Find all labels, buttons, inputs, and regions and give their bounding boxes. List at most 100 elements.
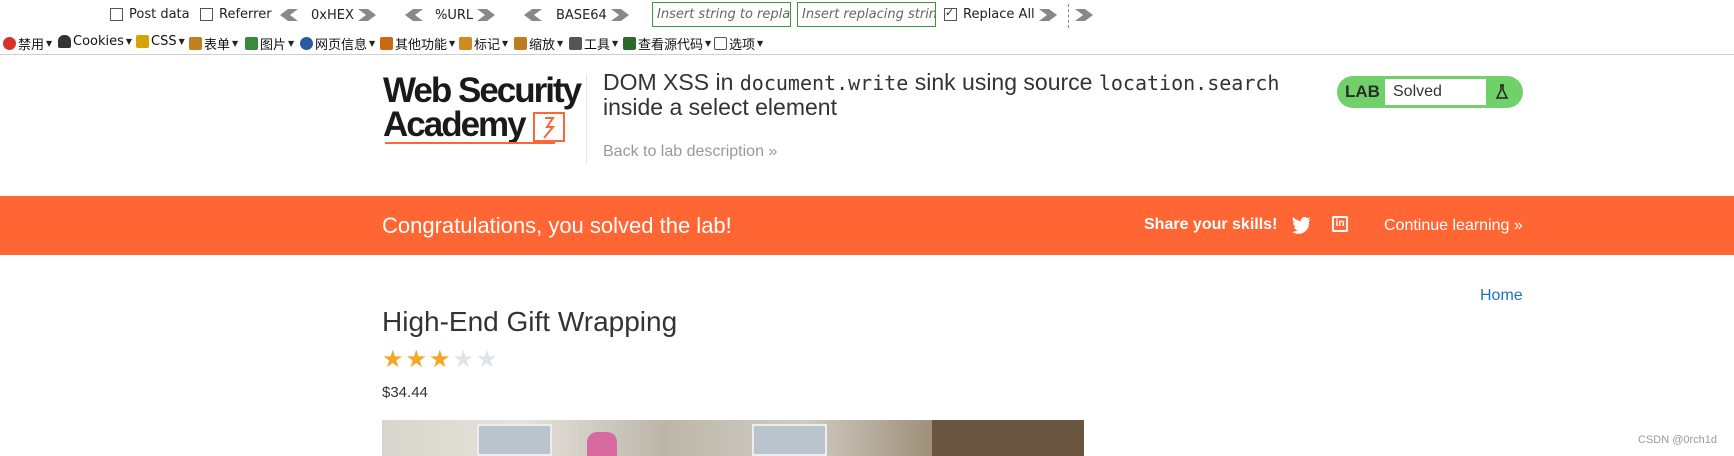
lab-label: LAB bbox=[1345, 82, 1380, 101]
menu-outline[interactable]: 标记 ▼ bbox=[459, 34, 508, 53]
hex-decode-arrow-icon[interactable] bbox=[278, 8, 300, 22]
menu-disable[interactable]: 禁用 ▼ bbox=[3, 34, 52, 53]
options-icon bbox=[714, 37, 727, 50]
menu-label: 工具 bbox=[584, 38, 611, 53]
tools-icon bbox=[569, 37, 582, 50]
caret-icon: ▼ bbox=[46, 39, 53, 48]
continue-learning-link[interactable]: Continue learning » bbox=[1384, 217, 1523, 235]
back-to-lab-description-link[interactable]: Back to lab description » bbox=[603, 143, 777, 161]
title-text: DOM XSS in bbox=[603, 69, 740, 95]
continue-learning-label: Continue learning bbox=[1384, 217, 1510, 234]
menu-page-info[interactable]: 网页信息 ▼ bbox=[300, 34, 375, 53]
menu-label: 图片 bbox=[260, 38, 287, 53]
caret-icon: ▼ bbox=[232, 39, 239, 48]
product-image bbox=[382, 420, 1084, 456]
folder-icon bbox=[380, 37, 393, 50]
title-code: document.write bbox=[739, 71, 909, 95]
menu-misc[interactable]: 其他功能 ▼ bbox=[380, 34, 455, 53]
menu-label: Cookies bbox=[73, 34, 124, 49]
hex-label: 0xHEX bbox=[311, 8, 354, 23]
hackbar-toolbar: Post data Referrer 0xHEX %URL BASE64 Ins… bbox=[0, 0, 1734, 32]
referrer-checkbox[interactable] bbox=[200, 8, 213, 21]
hex-encode-arrow-icon[interactable] bbox=[356, 8, 378, 22]
menu-options[interactable]: 选项 ▼ bbox=[714, 34, 763, 53]
referrer-toggle[interactable]: Referrer bbox=[200, 7, 272, 22]
web-developer-toolbar: 禁用 ▼ Cookies ▼ CSS ▼ 表单 ▼ 图片 ▼ 网页信息 ▼ 其他功能 ▼ 标记… bbox=[0, 32, 1734, 55]
base64-encode-arrow-icon[interactable] bbox=[609, 8, 631, 22]
menu-label: 标记 bbox=[474, 38, 501, 53]
back-link-label: Back to lab description bbox=[603, 143, 764, 160]
header-divider bbox=[586, 74, 587, 164]
caret-icon: ▼ bbox=[705, 39, 712, 48]
star-empty-icon: ★ bbox=[476, 346, 498, 373]
product-rating: ★ ★ ★ ★ ★ bbox=[382, 348, 498, 372]
menu-label: 缩放 bbox=[529, 38, 556, 53]
image-icon bbox=[245, 37, 258, 50]
menu-forms[interactable]: 表单 ▼ bbox=[189, 34, 238, 53]
replace-all-checkbox[interactable] bbox=[944, 6, 957, 21]
caret-icon: ▼ bbox=[612, 39, 619, 48]
url-label: %URL bbox=[435, 8, 474, 23]
image-door bbox=[932, 420, 1084, 456]
menu-label: CSS bbox=[151, 34, 177, 49]
share-skills-label: Share your skills! bbox=[1144, 216, 1278, 233]
star-filled-icon: ★ bbox=[382, 346, 404, 373]
menu-label: 表单 bbox=[204, 38, 231, 53]
lab-status-widget: LAB Solved bbox=[1337, 76, 1523, 108]
marker-icon bbox=[459, 37, 472, 50]
replace-string-input[interactable]: Insert string to replace bbox=[652, 2, 791, 27]
star-filled-icon: ★ bbox=[405, 346, 428, 373]
caret-icon: ▼ bbox=[288, 39, 295, 48]
image-window bbox=[477, 424, 552, 456]
caret-icon: ▼ bbox=[449, 39, 456, 48]
menu-label: 禁用 bbox=[18, 38, 45, 53]
title-text: inside a select element bbox=[603, 94, 837, 120]
post-data-checkbox[interactable] bbox=[110, 8, 123, 21]
form-icon bbox=[189, 37, 202, 50]
caret-icon: ▼ bbox=[557, 39, 564, 48]
csdn-watermark: CSDN @0rch1d bbox=[1638, 434, 1718, 446]
title-text: sink using source bbox=[908, 69, 1099, 95]
double-chevron-right-icon: » bbox=[1513, 217, 1523, 234]
user-icon bbox=[58, 35, 71, 48]
toolbar-divider bbox=[1068, 4, 1070, 28]
caret-icon: ▼ bbox=[369, 39, 376, 48]
url-decode-arrow-icon[interactable] bbox=[403, 8, 425, 22]
menu-cookies[interactable]: Cookies ▼ bbox=[58, 34, 132, 49]
image-gift bbox=[587, 432, 617, 456]
logo-bolt-icon bbox=[533, 112, 565, 142]
home-link[interactable]: Home bbox=[1480, 287, 1523, 305]
title-code: location.search bbox=[1098, 71, 1280, 95]
referrer-label: Referrer bbox=[219, 7, 272, 22]
pencil-icon bbox=[136, 35, 149, 48]
lab-status: Solved bbox=[1385, 79, 1486, 105]
linkedin-icon[interactable]: in bbox=[1332, 216, 1348, 232]
replacing-string-input[interactable]: Insert replacing string bbox=[797, 2, 936, 27]
menu-images[interactable]: 图片 ▼ bbox=[245, 34, 294, 53]
post-data-toggle[interactable]: Post data bbox=[110, 7, 190, 22]
replace-go-arrow-icon[interactable] bbox=[1037, 8, 1059, 22]
flask-icon bbox=[1491, 81, 1513, 103]
solved-banner: Congratulations, you solved the lab! Sha… bbox=[0, 196, 1734, 255]
menu-css[interactable]: CSS ▼ bbox=[136, 34, 185, 49]
execute-arrow-icon[interactable] bbox=[1073, 8, 1095, 22]
twitter-icon[interactable] bbox=[1292, 216, 1312, 234]
caret-icon: ▼ bbox=[125, 37, 133, 46]
star-filled-icon: ★ bbox=[429, 346, 451, 373]
menu-tools[interactable]: 工具 ▼ bbox=[569, 34, 618, 53]
caret-icon: ▼ bbox=[178, 37, 185, 46]
menu-resize[interactable]: 缩放 ▼ bbox=[514, 34, 563, 53]
info-icon bbox=[300, 37, 313, 50]
menu-label: 查看源代码 bbox=[638, 38, 704, 53]
post-data-label: Post data bbox=[129, 7, 190, 22]
menu-label: 选项 bbox=[729, 38, 756, 53]
menu-view-source[interactable]: 查看源代码 ▼ bbox=[623, 34, 711, 53]
replace-all-toggle[interactable]: Replace All bbox=[944, 6, 1035, 22]
logo-line1: Web Security bbox=[383, 71, 582, 110]
url-encode-arrow-icon[interactable] bbox=[475, 8, 497, 22]
academy-logo[interactable]: Web Security Academy bbox=[383, 71, 583, 144]
base64-decode-arrow-icon[interactable] bbox=[522, 8, 544, 22]
logo-underline bbox=[385, 142, 555, 144]
resize-icon bbox=[514, 37, 527, 50]
source-icon bbox=[623, 37, 636, 50]
